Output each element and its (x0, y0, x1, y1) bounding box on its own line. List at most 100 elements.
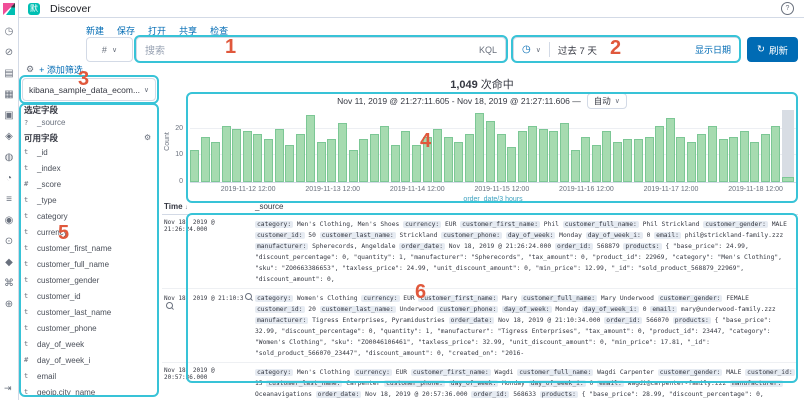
field-item-_index[interactable]: t_index (24, 160, 154, 176)
histogram-bar[interactable] (253, 134, 262, 182)
histogram-bar-partial[interactable] (782, 177, 794, 182)
histogram-bar[interactable] (507, 147, 516, 182)
histogram-bar[interactable] (296, 134, 305, 182)
siem-icon[interactable]: ◆ (5, 257, 13, 268)
maps-icon[interactable]: ◈ (5, 131, 13, 142)
management-icon[interactable]: ⊕ (5, 299, 13, 310)
menu-item-2[interactable]: 打开 (148, 24, 166, 37)
apm-icon[interactable]: ◉ (5, 215, 14, 226)
histogram-bar[interactable] (708, 126, 717, 182)
zoom-out-icon[interactable] (166, 302, 173, 309)
field-item-customer_last_name[interactable]: tcustomer_last_name (24, 304, 154, 320)
dev-tools-icon[interactable]: ⌘ (4, 278, 14, 289)
histogram-bar[interactable] (486, 121, 495, 182)
machine-learning-icon[interactable]: ◍ (5, 152, 14, 163)
histogram-bar[interactable] (697, 134, 706, 182)
kql-toggle[interactable]: KQL (479, 45, 497, 55)
histogram-bar[interactable] (327, 139, 336, 182)
show-dates-button[interactable]: 显示日期 (695, 43, 731, 56)
histogram-bar[interactable] (634, 139, 643, 182)
gear-icon[interactable]: ⚙ (26, 64, 34, 75)
field-item-customer_first_name[interactable]: tcustomer_first_name (24, 240, 154, 256)
refresh-button[interactable]: ↻ 刷新 (747, 37, 798, 62)
time-range-value[interactable]: 过去 7 天 (558, 43, 597, 57)
histogram-bar[interactable] (232, 129, 241, 182)
field-item-_id[interactable]: t_id (24, 144, 154, 160)
histogram-bar[interactable] (560, 123, 569, 182)
help-icon[interactable]: ? (781, 2, 794, 15)
histogram-bar[interactable] (201, 137, 210, 182)
histogram-bar[interactable] (359, 139, 368, 182)
histogram-bar[interactable] (349, 150, 358, 182)
dashboard-icon[interactable]: ▦ (4, 89, 13, 100)
histogram-bar[interactable] (687, 142, 696, 182)
histogram-bar[interactable] (380, 126, 389, 182)
field-item-geoip.city_name[interactable]: tgeoip.city_name (24, 384, 154, 400)
histogram-bar[interactable] (761, 134, 770, 182)
zoom-in-icon[interactable] (245, 293, 252, 300)
field-item-category[interactable]: tcategory (24, 208, 154, 224)
histogram-bar[interactable] (401, 131, 410, 182)
field-settings-gear-icon[interactable]: ⚙ (144, 133, 151, 142)
histogram-bar[interactable] (423, 137, 432, 182)
field-item-customer_gender[interactable]: tcustomer_gender (24, 272, 154, 288)
histogram-bar[interactable] (444, 137, 453, 182)
space-badge[interactable]: 默 (28, 3, 40, 15)
histogram-bar[interactable] (613, 142, 622, 182)
add-filter-link[interactable]: + 添加筛选 (39, 63, 83, 76)
histogram-bar[interactable] (645, 137, 654, 182)
histogram-bar[interactable] (771, 126, 780, 182)
histogram-bar[interactable] (592, 145, 601, 182)
time-column-header[interactable]: Time ↓ (162, 202, 255, 211)
visualize-icon[interactable]: ▤ (4, 68, 13, 79)
uptime-icon[interactable]: ⊙ (5, 236, 13, 247)
index-pattern-select[interactable]: kibana_sample_data_ecom... ∨ (22, 78, 156, 101)
kibana-logo-icon[interactable] (3, 3, 15, 15)
field-item-customer_full_name[interactable]: tcustomer_full_name (24, 256, 154, 272)
recently-viewed-icon[interactable]: ◷ (5, 26, 14, 37)
histogram-bar[interactable] (623, 139, 632, 182)
histogram-bar[interactable] (370, 134, 379, 182)
field-item-currency[interactable]: tcurrency (24, 224, 154, 240)
menu-item-1[interactable]: 保存 (117, 24, 135, 37)
field-item-source[interactable]: ? _source (24, 118, 65, 127)
table-row[interactable]: Nov 18, 2019 @ 20:57:36.000category: Men… (162, 362, 798, 400)
metrics-icon[interactable]: ◔ (6, 173, 12, 184)
interval-select[interactable]: 自动 ∨ (587, 93, 627, 109)
field-item-customer_id[interactable]: tcustomer_id (24, 288, 154, 304)
histogram-bar[interactable] (275, 129, 284, 182)
histogram-bar[interactable] (729, 137, 738, 182)
histogram-bar[interactable] (475, 113, 484, 182)
histogram-bar[interactable] (655, 126, 664, 182)
field-item-day_of_week[interactable]: tday_of_week (24, 336, 154, 352)
nav-collapse-icon[interactable]: ⇥ (4, 383, 12, 394)
histogram-bar[interactable] (306, 115, 315, 182)
histogram-bar[interactable] (412, 145, 421, 182)
field-item-_type[interactable]: t_type (24, 192, 154, 208)
field-item-email[interactable]: temail (24, 368, 154, 384)
histogram-bar[interactable] (391, 145, 400, 182)
histogram-bar[interactable] (740, 131, 749, 182)
discover-icon[interactable]: ⊘ (5, 47, 13, 58)
histogram-bar[interactable] (211, 142, 220, 182)
histogram-bar[interactable] (750, 142, 759, 182)
field-item-_score[interactable]: #_score (24, 176, 154, 192)
table-row[interactable]: Nov 18, 2019 @ 21:26:24.000category: Men… (162, 215, 798, 288)
field-item-day_of_week_i[interactable]: #day_of_week_i (24, 352, 154, 368)
histogram-bar[interactable] (666, 118, 675, 182)
histogram-bar[interactable] (539, 129, 548, 182)
histogram-bar[interactable] (433, 129, 442, 182)
histogram-bar[interactable] (518, 131, 527, 182)
menu-item-4[interactable]: 检查 (210, 24, 228, 37)
histogram-bar[interactable] (497, 134, 506, 182)
histogram-bar[interactable] (676, 137, 685, 182)
histogram-bar[interactable] (264, 139, 273, 182)
histogram-bar[interactable] (528, 126, 537, 182)
field-item-customer_phone[interactable]: tcustomer_phone (24, 320, 154, 336)
histogram-bar[interactable] (549, 131, 558, 182)
saved-query-menu-button[interactable]: # ∨ (86, 37, 133, 62)
search-input[interactable]: 搜索 KQL (136, 37, 506, 62)
histogram-bar[interactable] (338, 123, 347, 182)
menu-item-3[interactable]: 共享 (179, 24, 197, 37)
logs-icon[interactable]: ≡ (6, 194, 12, 205)
